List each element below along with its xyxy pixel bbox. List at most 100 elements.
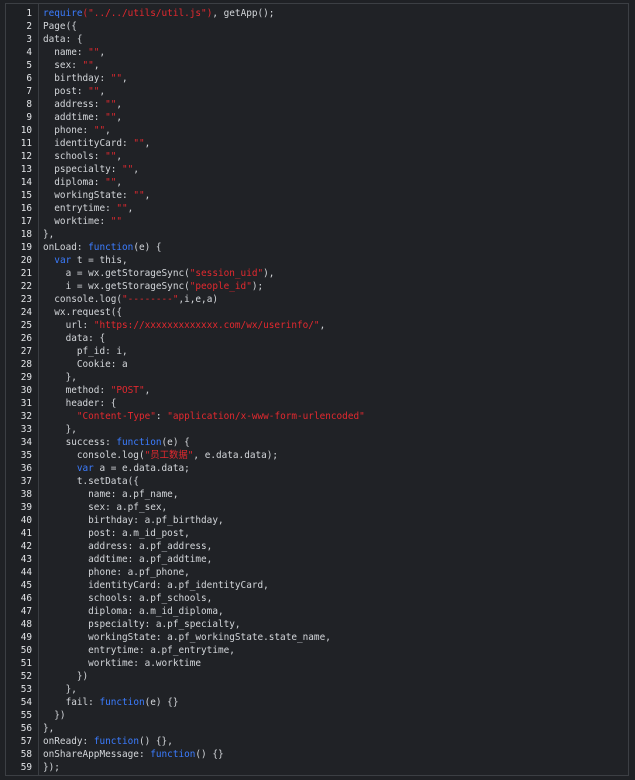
code-line[interactable]: 23 console.log("--------",i,e,a)	[6, 293, 628, 306]
code-line[interactable]: 17 worktime: ""	[6, 215, 628, 228]
code-token: },	[43, 229, 55, 240]
code-text: entrytime: a.pf_entrytime,	[43, 644, 235, 657]
code-line[interactable]: 1 require("../../utils/util.js"), getApp(…	[6, 7, 628, 20]
code-line[interactable]: 34 success: function(e) {	[6, 436, 628, 449]
code-line[interactable]: 52 })	[6, 670, 628, 683]
code-line[interactable]: 46 schools: a.pf_schools,	[6, 592, 628, 605]
code-editor[interactable]: 1 require("../../utils/util.js"), getApp(…	[5, 3, 629, 776]
code-line[interactable]: 20 var t = this,	[6, 254, 628, 267]
code-line[interactable]: 7 post: "",	[6, 85, 628, 98]
line-number: 4	[26, 47, 32, 58]
code-line[interactable]: 22 i = wx.getStorageSync("people_id");	[6, 280, 628, 293]
code-line[interactable]: 35 console.log("员工数据", e.data.data);	[6, 449, 628, 462]
code-text: Page({	[43, 20, 77, 33]
code-line[interactable]: 30 method: "POST",	[6, 384, 628, 397]
string-token: ""	[88, 47, 100, 58]
code-line[interactable]: 54 fail: function(e) {}	[6, 696, 628, 709]
line-number: 23	[20, 294, 32, 305]
line-number: 17	[20, 216, 32, 227]
code-line[interactable]: 40 birthday: a.pf_birthday,	[6, 514, 628, 527]
code-line[interactable]: 39 sex: a.pf_sex,	[6, 501, 628, 514]
code-line[interactable]: 19 onLoad: function(e) {	[6, 241, 628, 254]
code-line[interactable]: 2 Page({	[6, 20, 628, 33]
code-line[interactable]: 56},	[6, 722, 628, 735]
code-token: () {}	[195, 749, 224, 760]
code-line[interactable]: 38 name: a.pf_name,	[6, 488, 628, 501]
line-number: 54	[20, 697, 32, 708]
code-line[interactable]: 48 pspecialty: a.pf_specialty,	[6, 618, 628, 631]
code-token: wx.request({	[43, 307, 123, 318]
code-line[interactable]: 28 Cookie: a	[6, 358, 628, 371]
code-line[interactable]: 3 data: {	[6, 33, 628, 46]
code-token: post:	[43, 86, 89, 97]
code-line[interactable]: 15 workingState: "",	[6, 189, 628, 202]
code-line[interactable]: 59});	[6, 761, 628, 774]
code-text: sex: a.pf_sex,	[43, 501, 167, 514]
line-number: 38	[20, 489, 32, 500]
code-token: address: a.pf_address,	[43, 541, 213, 552]
code-text: wx.request({	[43, 306, 122, 319]
code-token: );	[251, 281, 264, 292]
code-line[interactable]: 32 "Content-Type": "application/x-www-fo…	[6, 410, 628, 423]
string-token: ""	[133, 138, 145, 149]
code-line[interactable]: 33 },	[6, 423, 628, 436]
code-line[interactable]: 21 a = wx.getStorageSync("session_uid"),	[6, 267, 628, 280]
line-number: 33	[20, 424, 32, 435]
code-line[interactable]: 51 worktime: a.worktime	[6, 657, 628, 670]
code-line[interactable]: 47 diploma: a.m_id_diploma,	[6, 605, 628, 618]
code-text: entrytime: "",	[43, 202, 133, 215]
code-line[interactable]: 53 },	[6, 683, 628, 696]
code-line[interactable]: 44 phone: a.pf_phone,	[6, 566, 628, 579]
code-token: })	[43, 671, 89, 682]
code-line[interactable]: 5 sex: "",	[6, 59, 628, 72]
line-number: 40	[20, 515, 32, 526]
code-line[interactable]: 57 onReady: function() {},	[6, 735, 628, 748]
line-number: 18	[20, 229, 32, 240]
code-token: Cookie: a	[43, 359, 128, 370]
code-line[interactable]: 24 wx.request({	[6, 306, 628, 319]
code-line[interactable]: 50 entrytime: a.pf_entrytime,	[6, 644, 628, 657]
code-line[interactable]: 16 entrytime: "",	[6, 202, 628, 215]
code-token: :	[155, 411, 168, 422]
code-text: var t = this,	[43, 254, 127, 267]
code-lines: 1 require("../../utils/util.js"), getApp(…	[6, 7, 628, 774]
code-line[interactable]: 41 post: a.m_id_post,	[6, 527, 628, 540]
code-line[interactable]: 14 diploma: "",	[6, 176, 628, 189]
string-token: "application/x-www-form-urlencoded"	[167, 411, 365, 422]
code-text: data: {	[43, 332, 106, 345]
code-line[interactable]: 12 schools: "",	[6, 150, 628, 163]
code-text: },	[43, 228, 54, 241]
code-line[interactable]: 37 t.setData({	[6, 475, 628, 488]
code-line[interactable]: 10 phone: "",	[6, 124, 628, 137]
code-line[interactable]: 25 url: "https://xxxxxxxxxxxxx.com/wx/us…	[6, 319, 628, 332]
code-text: onShareAppMessage: function() {}	[43, 748, 224, 761]
code-line[interactable]: 31 header: {	[6, 397, 628, 410]
keyword-token: require	[43, 8, 83, 19]
code-line[interactable]: 49 workingState: a.pf_workingState.state…	[6, 631, 628, 644]
string-token: "POST"	[110, 385, 145, 396]
keyword-token: function	[88, 242, 134, 253]
code-token: birthday: a.pf_birthday,	[43, 515, 224, 526]
code-line[interactable]: 36 var a = e.data.data;	[6, 462, 628, 475]
code-token: pspecialty:	[43, 164, 123, 175]
code-line[interactable]: 29 },	[6, 371, 628, 384]
code-text: i = wx.getStorageSync("people_id");	[43, 280, 264, 293]
code-line[interactable]: 18},	[6, 228, 628, 241]
code-line[interactable]: 13 pspecialty: "",	[6, 163, 628, 176]
line-number: 44	[20, 567, 32, 578]
line-number: 55	[20, 710, 32, 721]
code-line[interactable]: 55 })	[6, 709, 628, 722]
code-line[interactable]: 27 pf_id: i,	[6, 345, 628, 358]
code-line[interactable]: 9 addtime: "",	[6, 111, 628, 124]
code-line[interactable]: 58 onShareAppMessage: function() {}	[6, 748, 628, 761]
code-line[interactable]: 43 addtime: a.pf_addtime,	[6, 553, 628, 566]
code-line[interactable]: 45 identityCard: a.pf_identityCard,	[6, 579, 628, 592]
code-line[interactable]: 4 name: "",	[6, 46, 628, 59]
string-token: ""	[105, 99, 117, 110]
code-line[interactable]: 11 identityCard: "",	[6, 137, 628, 150]
code-line[interactable]: 6 birthday: "",	[6, 72, 628, 85]
code-line[interactable]: 42 address: a.pf_address,	[6, 540, 628, 553]
code-line[interactable]: 8 address: "",	[6, 98, 628, 111]
code-line[interactable]: 26 data: {	[6, 332, 628, 345]
line-number: 39	[20, 502, 32, 513]
